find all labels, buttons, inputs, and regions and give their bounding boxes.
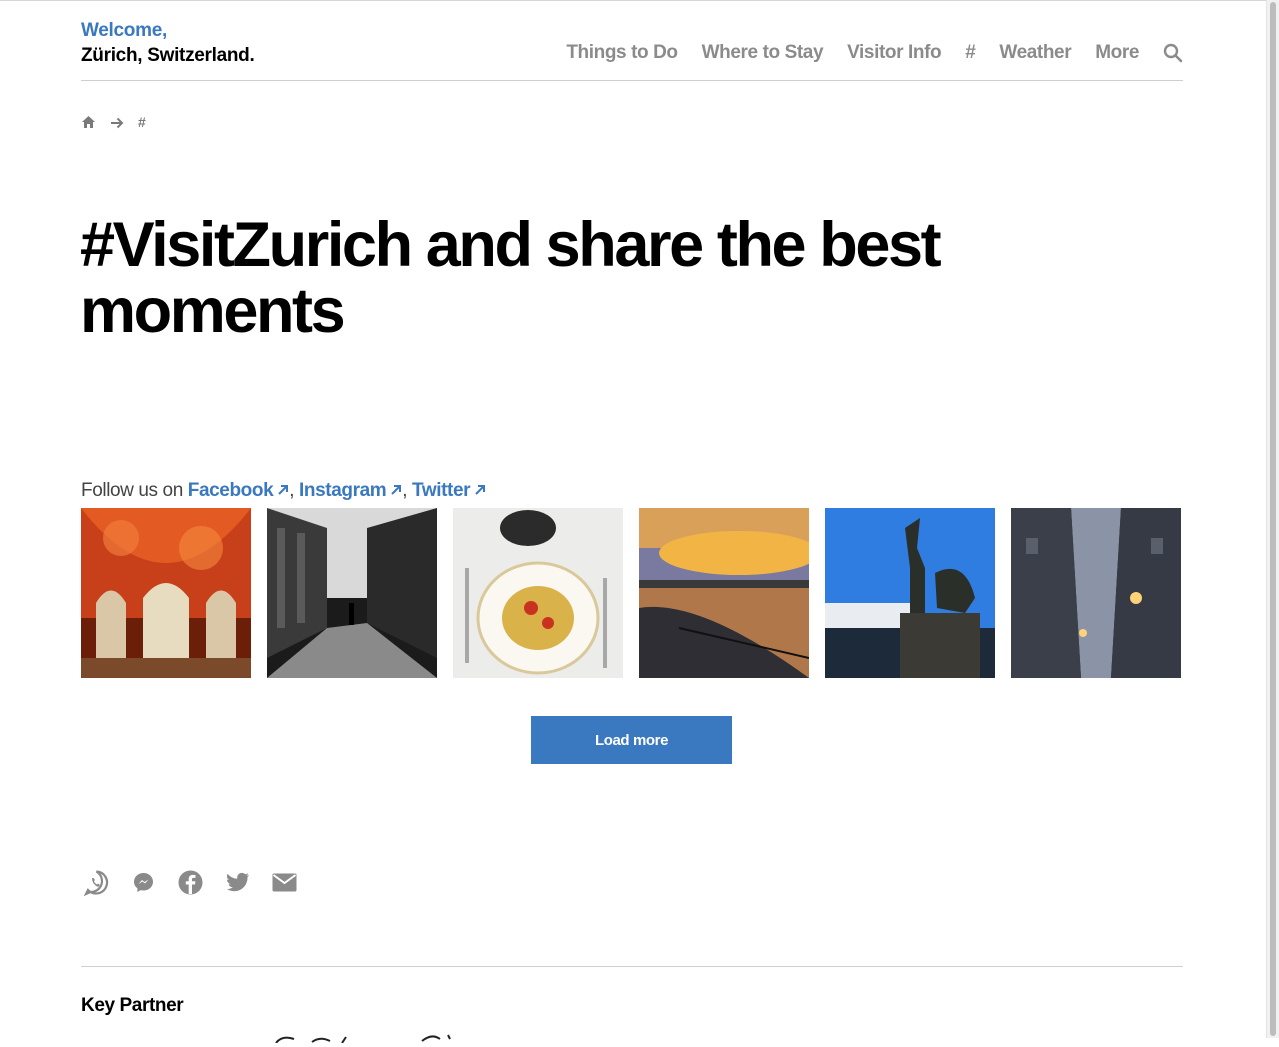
facebook-link-label: Facebook: [187, 480, 274, 501]
nav-visitor-info[interactable]: Visitor Info: [847, 42, 941, 64]
scrollbar-thumb[interactable]: [1270, 2, 1276, 1036]
gallery-photo-statue[interactable]: [825, 508, 995, 678]
header-divider: [81, 80, 1183, 81]
photo-gallery: [81, 508, 1181, 678]
instagram-link-label: Instagram: [299, 480, 387, 501]
gallery-photo-old-town-alley[interactable]: [1011, 508, 1181, 678]
gallery-photo-pasta[interactable]: [453, 508, 623, 678]
gallery-photo-city-street[interactable]: [267, 508, 437, 678]
facebook-link[interactable]: Facebook: [188, 480, 290, 501]
follow-separator: ,: [289, 480, 295, 501]
follow-prefix: Follow us on: [81, 480, 183, 501]
instagram-link[interactable]: Instagram: [299, 480, 402, 501]
twitter-icon[interactable]: [224, 869, 251, 896]
home-icon[interactable]: [81, 115, 96, 129]
breadcrumb-current[interactable]: #: [138, 114, 146, 130]
window-top-border: [0, 0, 1266, 1]
external-link-icon: [277, 480, 289, 495]
nav-more[interactable]: More: [1095, 42, 1139, 64]
footer-divider: [81, 966, 1183, 967]
follow-line: Follow us on Facebook, Instagram, Twitte…: [81, 480, 486, 502]
search-icon[interactable]: [1163, 43, 1183, 63]
twitter-link[interactable]: Twitter: [412, 480, 486, 501]
nav-things-to-do[interactable]: Things to Do: [566, 42, 678, 64]
nav-where-to-stay[interactable]: Where to Stay: [702, 42, 824, 64]
follow-separator: ,: [402, 480, 408, 501]
breadcrumb: #: [81, 114, 146, 130]
gallery-photo-lake-sunset[interactable]: [639, 508, 809, 678]
page-scrollbar[interactable]: [1266, 0, 1279, 1038]
brand-welcome: Welcome,: [81, 20, 167, 41]
load-more-button[interactable]: Load more: [531, 716, 732, 764]
whatsapp-icon[interactable]: [83, 869, 110, 897]
twitter-link-label: Twitter: [412, 480, 471, 501]
key-partner-heading: Key Partner: [81, 995, 184, 1016]
external-link-icon: [474, 480, 486, 495]
facebook-icon[interactable]: [177, 869, 204, 896]
nav-hashtag[interactable]: #: [965, 42, 976, 64]
external-link-icon: [390, 480, 402, 495]
messenger-icon[interactable]: [130, 869, 157, 896]
page-title: #VisitZurich and share the best moments: [80, 210, 942, 346]
site-brand[interactable]: Welcome, Zürich, Switzerland.: [81, 18, 255, 68]
brand-city: Zürich, Switzerland.: [81, 45, 255, 66]
arrow-right-icon: [110, 116, 124, 129]
main-nav: Things to Do Where to Stay Visitor Info …: [542, 42, 1183, 64]
email-icon[interactable]: [271, 869, 298, 896]
gallery-photo-ornate-ceiling[interactable]: [81, 508, 251, 678]
nav-weather[interactable]: Weather: [999, 42, 1071, 64]
share-bar: [83, 869, 318, 897]
